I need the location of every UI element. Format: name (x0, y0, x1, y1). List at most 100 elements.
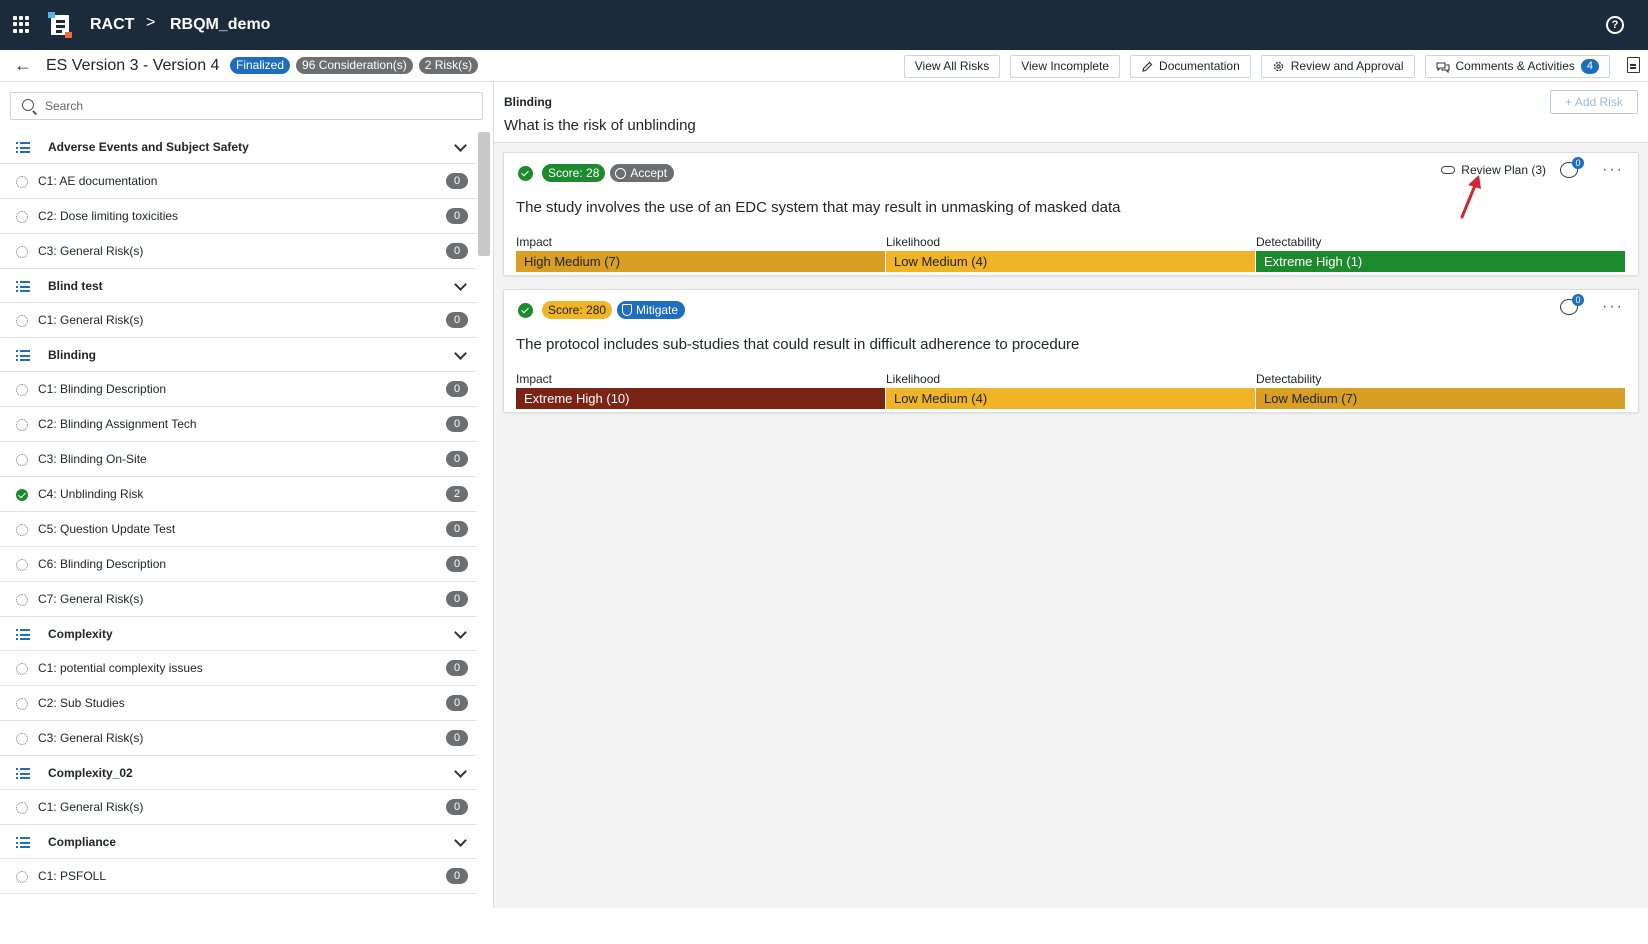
chevron-down-icon[interactable] (454, 278, 467, 291)
consideration-label: C1: Blinding Description (38, 382, 167, 396)
consideration-label: C1: General Risk(s) (38, 313, 144, 327)
consideration-label: C1: AE documentation (38, 174, 158, 188)
category-label: Blind test (48, 278, 103, 293)
consideration-item[interactable]: C6: Blinding Description 0 (0, 547, 477, 582)
consideration-label: C2: Dose limiting toxicities (38, 209, 179, 223)
comment-icon[interactable]: 0 (1560, 294, 1584, 315)
impact-value: High Medium (7) (516, 251, 885, 272)
category-group-header[interactable]: Blind test (0, 269, 477, 303)
consideration-item[interactable]: C4: Unblinding Risk 2 (0, 477, 477, 512)
risk-metrics: Impact Extreme High (10) Likelihood Low … (516, 372, 1626, 409)
comments-count-badge: 4 (1580, 59, 1599, 74)
search-input[interactable] (45, 93, 475, 119)
consideration-item[interactable]: C2: Blinding Assignment Tech 0 (0, 407, 477, 442)
comments-activities-button[interactable]: Comments & Activities 4 (1424, 55, 1610, 78)
chevron-down-icon[interactable] (454, 139, 467, 152)
add-risk-button[interactable]: + Add Risk (1550, 90, 1638, 114)
likelihood-metric: Likelihood Low Medium (4) (886, 235, 1256, 272)
impact-label: Impact (516, 372, 553, 386)
risk-card-status: Score: 28 Accept (518, 164, 675, 182)
check-circle-icon (518, 165, 533, 181)
consideration-label: C6: Blinding Description (38, 557, 167, 571)
app-logo-icon (48, 12, 72, 38)
risk-count-pill: 0 (446, 660, 468, 676)
risk-count-pill: 0 (446, 243, 468, 259)
consideration-label: C1: General Risk(s) (38, 800, 144, 814)
impact-value: Extreme High (10) (516, 388, 885, 409)
help-icon[interactable]: ? (1606, 16, 1624, 34)
apps-grid-icon[interactable] (13, 16, 30, 33)
back-arrow-icon[interactable]: ← (14, 56, 32, 74)
consideration-item[interactable]: C1: potential complexity issues 0 (0, 651, 477, 686)
consideration-item[interactable]: C5: Question Update Test 0 (0, 512, 477, 547)
consideration-item[interactable]: C3: General Risk(s) 0 (0, 721, 477, 756)
considerations-tree: Adverse Events and Subject Safety C1: AE … (0, 130, 477, 894)
incomplete-status-icon (16, 594, 28, 606)
section-title: Blinding (504, 95, 552, 109)
risk-count-pill: 0 (446, 521, 468, 537)
likelihood-metric: Likelihood Low Medium (4) (886, 372, 1256, 409)
comment-count-badge: 0 (1572, 294, 1584, 306)
incomplete-status-icon (16, 246, 28, 258)
gear-icon (1273, 61, 1283, 72)
risk-count-pill: 2 (446, 486, 468, 502)
incomplete-status-icon (16, 698, 28, 710)
consideration-item[interactable]: C7: General Risk(s) 0 (0, 582, 477, 617)
sidebar-scrollbar[interactable] (478, 132, 490, 256)
consideration-item[interactable]: C1: PSFOLL 0 (0, 859, 477, 894)
chevron-down-icon[interactable] (454, 765, 467, 778)
breadcrumb-project[interactable]: RBQM_demo (170, 16, 270, 34)
incomplete-status-icon (16, 419, 28, 431)
likelihood-value: Low Medium (4) (886, 388, 1255, 409)
chevron-down-icon[interactable] (454, 626, 467, 639)
considerations-sidebar: Adverse Events and Subject Safety C1: AE … (0, 82, 494, 908)
consideration-item[interactable]: C3: General Risk(s) 0 (0, 234, 477, 269)
category-group-header[interactable]: Complexity (0, 617, 477, 651)
consideration-label: C5: Question Update Test (38, 522, 176, 536)
consideration-item[interactable]: C1: Blinding Description 0 (0, 372, 477, 407)
category-label: Blinding (48, 347, 96, 362)
documentation-button[interactable]: Documentation (1130, 55, 1251, 78)
list-icon (16, 350, 30, 361)
document-export-icon[interactable] (1627, 57, 1640, 73)
shield-icon (622, 304, 633, 316)
list-icon (16, 629, 30, 640)
link-icon (1441, 166, 1456, 174)
risk-count-pill: 0 (446, 695, 468, 711)
review-and-approval-button[interactable]: Review and Approval (1260, 55, 1415, 78)
consideration-item[interactable]: C3: Blinding On-Site 0 (0, 442, 477, 477)
more-options-icon[interactable]: ··· (1602, 162, 1624, 178)
consideration-item[interactable]: C2: Dose limiting toxicities 0 (0, 199, 477, 234)
chevron-down-icon[interactable] (454, 347, 467, 360)
more-options-icon[interactable]: ··· (1602, 299, 1624, 315)
category-group-header[interactable]: Adverse Events and Subject Safety (0, 130, 477, 164)
consideration-item[interactable]: C2: Sub Studies 0 (0, 686, 477, 721)
category-group-header[interactable]: Compliance (0, 825, 477, 859)
view-incomplete-button[interactable]: View Incomplete (1010, 55, 1121, 78)
list-icon (16, 142, 30, 153)
consideration-item[interactable]: C1: General Risk(s) 0 (0, 790, 477, 825)
impact-label: Impact (516, 235, 553, 249)
consideration-item[interactable]: C1: AE documentation 0 (0, 164, 477, 199)
risk-metrics: Impact High Medium (7) Likelihood Low Me… (516, 235, 1626, 272)
pencil-icon (1142, 61, 1153, 72)
chevron-down-icon[interactable] (454, 834, 467, 847)
complete-check-icon (16, 489, 28, 501)
consideration-label: C3: Blinding On-Site (38, 452, 147, 466)
detectability-value: Extreme High (1) (1256, 251, 1625, 272)
incomplete-status-icon (16, 733, 28, 745)
consideration-item[interactable]: C1: General Risk(s) 0 (0, 303, 477, 338)
list-icon (16, 281, 30, 292)
comment-icon[interactable]: 0 (1560, 157, 1584, 178)
view-all-risks-button[interactable]: View All Risks (903, 55, 1001, 78)
category-group-header[interactable]: Blinding (0, 338, 477, 372)
risk-card-status: Score: 280 Mitigate (518, 301, 686, 319)
detectability-label: Detectability (1256, 235, 1322, 249)
question-header: Blinding What is the risk of unblinding … (494, 82, 1648, 143)
list-icon (16, 768, 30, 779)
search-icon (22, 99, 34, 111)
category-group-header[interactable]: Complexity_02 (0, 756, 477, 790)
risk-count-pill: 0 (446, 868, 468, 884)
top-app-bar: RACT > RBQM_demo ? (0, 0, 1648, 50)
breadcrumb-app[interactable]: RACT (90, 16, 134, 34)
